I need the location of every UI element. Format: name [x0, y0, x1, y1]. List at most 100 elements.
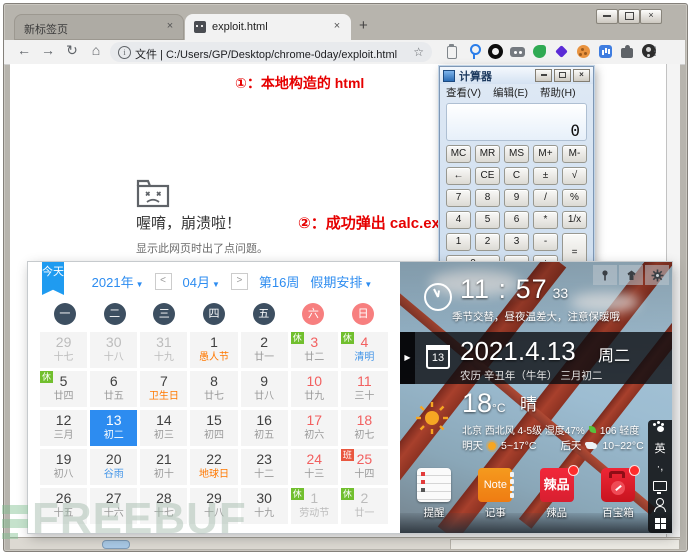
calc-key[interactable]: 5	[475, 211, 500, 229]
circle-extension-icon[interactable]	[487, 43, 504, 60]
home-button[interactable]: ⌂	[86, 42, 106, 58]
month-dropdown[interactable]: 04月 ▼	[183, 272, 220, 291]
calendar-day-cell[interactable]: 1 愚人节	[190, 332, 238, 368]
calc-close-button[interactable]: ×	[573, 69, 590, 82]
address-bar[interactable]: i 文件 | C:/Users/GP/Desktop/chrome-0day/e…	[110, 42, 432, 62]
calc-key[interactable]: 3	[504, 233, 529, 251]
calc-key[interactable]: C	[504, 167, 529, 185]
new-tab-button[interactable]: +	[359, 17, 368, 34]
calc-key[interactable]: ±	[533, 167, 558, 185]
diamond-extension-icon[interactable]	[553, 43, 570, 60]
calendar-day-cell[interactable]: 12 三月	[40, 410, 88, 446]
browser-menu-icon[interactable]: ⋮	[649, 44, 661, 58]
calendar-day-cell[interactable]: 30 十九	[240, 488, 288, 524]
skin-button[interactable]	[619, 265, 643, 285]
calculator-titlebar[interactable]: 计算器 ×	[440, 67, 593, 84]
window-close-button[interactable]: ×	[640, 9, 662, 24]
next-month-button[interactable]: >	[230, 273, 248, 290]
calendar-day-cell[interactable]: 29 十八	[190, 488, 238, 524]
calc-key[interactable]: /	[533, 189, 558, 207]
calendar-day-cell[interactable]: 26 十五	[40, 488, 88, 524]
settings-button[interactable]	[645, 265, 669, 285]
today-ribbon[interactable]: 今天	[42, 262, 64, 295]
calendar-day-cell[interactable]: 休 2 廿一	[340, 488, 388, 524]
calendar-day-cell[interactable]: 13 初二	[90, 410, 138, 446]
robot-extension-icon[interactable]	[509, 43, 526, 60]
profile-tool[interactable]	[652, 497, 668, 512]
english-tool[interactable]: 英	[652, 441, 668, 455]
calc-key[interactable]: -	[533, 233, 558, 251]
calc-key[interactable]: 6	[504, 211, 529, 229]
calendar-day-cell[interactable]: 8 廿七	[190, 371, 238, 407]
calendar-day-cell[interactable]: 19 初八	[40, 449, 88, 485]
calendar-day-cell[interactable]: 休 4 清明	[340, 332, 388, 368]
app-notes[interactable]: Note 记事	[469, 468, 521, 520]
apps-grid-tool[interactable]	[652, 517, 668, 531]
page-info-icon[interactable]: i	[118, 46, 131, 59]
calc-key[interactable]: 1/x	[562, 211, 587, 229]
app-reminder[interactable]: 提醒	[408, 468, 460, 520]
calendar-day-cell[interactable]: 21 初十	[140, 449, 188, 485]
cookie-extension-icon[interactable]	[575, 43, 592, 60]
app-toolbox[interactable]: 百宝箱	[592, 465, 644, 520]
calendar-day-cell[interactable]: 9 廿八	[240, 371, 288, 407]
quote-tool[interactable]: ·,	[652, 460, 668, 474]
pin-widget-button[interactable]	[593, 265, 617, 285]
tab-new-tab-page[interactable]: 新标签页 ×	[14, 14, 184, 40]
calendar-day-cell[interactable]: 23 十二	[240, 449, 288, 485]
calc-key[interactable]: 4	[446, 211, 471, 229]
calc-key[interactable]: MS	[504, 145, 529, 163]
calc-key[interactable]: 8	[475, 189, 500, 207]
tab-exploit-html[interactable]: exploit.html ×	[185, 14, 351, 40]
evernote-extension-icon[interactable]	[531, 43, 548, 60]
calc-key[interactable]: 1	[446, 233, 471, 251]
calendar-day-cell[interactable]: 2 廿一	[240, 332, 288, 368]
calendar-day-cell[interactable]: 7 卫生日	[140, 371, 188, 407]
collapse-arrow-icon[interactable]: ▶	[400, 332, 415, 384]
calc-key[interactable]: %	[562, 189, 587, 207]
calendar-day-cell[interactable]: 17 初六	[290, 410, 338, 446]
puzzle-extension-icon[interactable]	[619, 43, 636, 60]
calendar-day-cell[interactable]: 15 初四	[190, 410, 238, 446]
calc-key[interactable]: M+	[533, 145, 558, 163]
app-lapin[interactable]: 辣品 辣品	[531, 465, 583, 520]
prev-month-button[interactable]: <	[154, 273, 172, 290]
forward-button[interactable]: →	[38, 42, 58, 58]
tab-close-icon[interactable]: ×	[330, 20, 344, 34]
calendar-day-cell[interactable]: 20 谷雨	[90, 449, 138, 485]
calendar-day-cell[interactable]: 27 十六	[90, 488, 138, 524]
calendar-day-cell[interactable]: 24 十三	[290, 449, 338, 485]
calendar-day-cell[interactable]: 16 初五	[240, 410, 288, 446]
calendar-day-cell[interactable]: 30 十八	[90, 332, 138, 368]
calc-key[interactable]: *	[533, 211, 558, 229]
calendar-day-cell[interactable]: 休 5 廿四	[40, 371, 88, 407]
horizontal-scrollbar[interactable]	[10, 537, 680, 550]
calendar-day-cell[interactable]: 休 1 劳动节	[290, 488, 338, 524]
calc-maximize-button[interactable]	[554, 69, 571, 82]
calendar-day-cell[interactable]: 31 十九	[140, 332, 188, 368]
calendar-day-cell[interactable]: 班 25 十四	[340, 449, 388, 485]
clipboard-extension-icon[interactable]	[443, 43, 460, 60]
calc-key[interactable]: CE	[475, 167, 500, 185]
calendar-day-cell[interactable]: 29 十七	[40, 332, 88, 368]
tab-close-icon[interactable]: ×	[163, 20, 177, 34]
calc-key[interactable]: M-	[562, 145, 587, 163]
calendar-day-cell[interactable]: 11 三十	[340, 371, 388, 407]
calc-menu-item[interactable]: 编辑(E)	[493, 85, 528, 100]
reload-button[interactable]: ↻	[62, 42, 82, 59]
calendar-day-cell[interactable]: 14 初三	[140, 410, 188, 446]
calc-minimize-button[interactable]	[535, 69, 552, 82]
chart-extension-icon[interactable]	[597, 43, 614, 60]
calc-menu-item[interactable]: 帮助(H)	[540, 85, 576, 100]
holiday-dropdown[interactable]: 假期安排 ▼	[310, 272, 372, 291]
back-button[interactable]: ←	[14, 42, 34, 58]
calendar-day-cell[interactable]: 22 地球日	[190, 449, 238, 485]
paw-tool[interactable]	[652, 422, 668, 436]
bookmark-star-icon[interactable]: ☆	[413, 45, 424, 59]
calendar-day-cell[interactable]: 10 廿九	[290, 371, 338, 407]
calc-key[interactable]: 2	[475, 233, 500, 251]
monitor-tool[interactable]	[652, 479, 668, 494]
calendar-day-cell[interactable]: 28 十七	[140, 488, 188, 524]
scrollbar-thumb[interactable]	[102, 540, 130, 549]
calc-key[interactable]: ←	[446, 167, 471, 185]
